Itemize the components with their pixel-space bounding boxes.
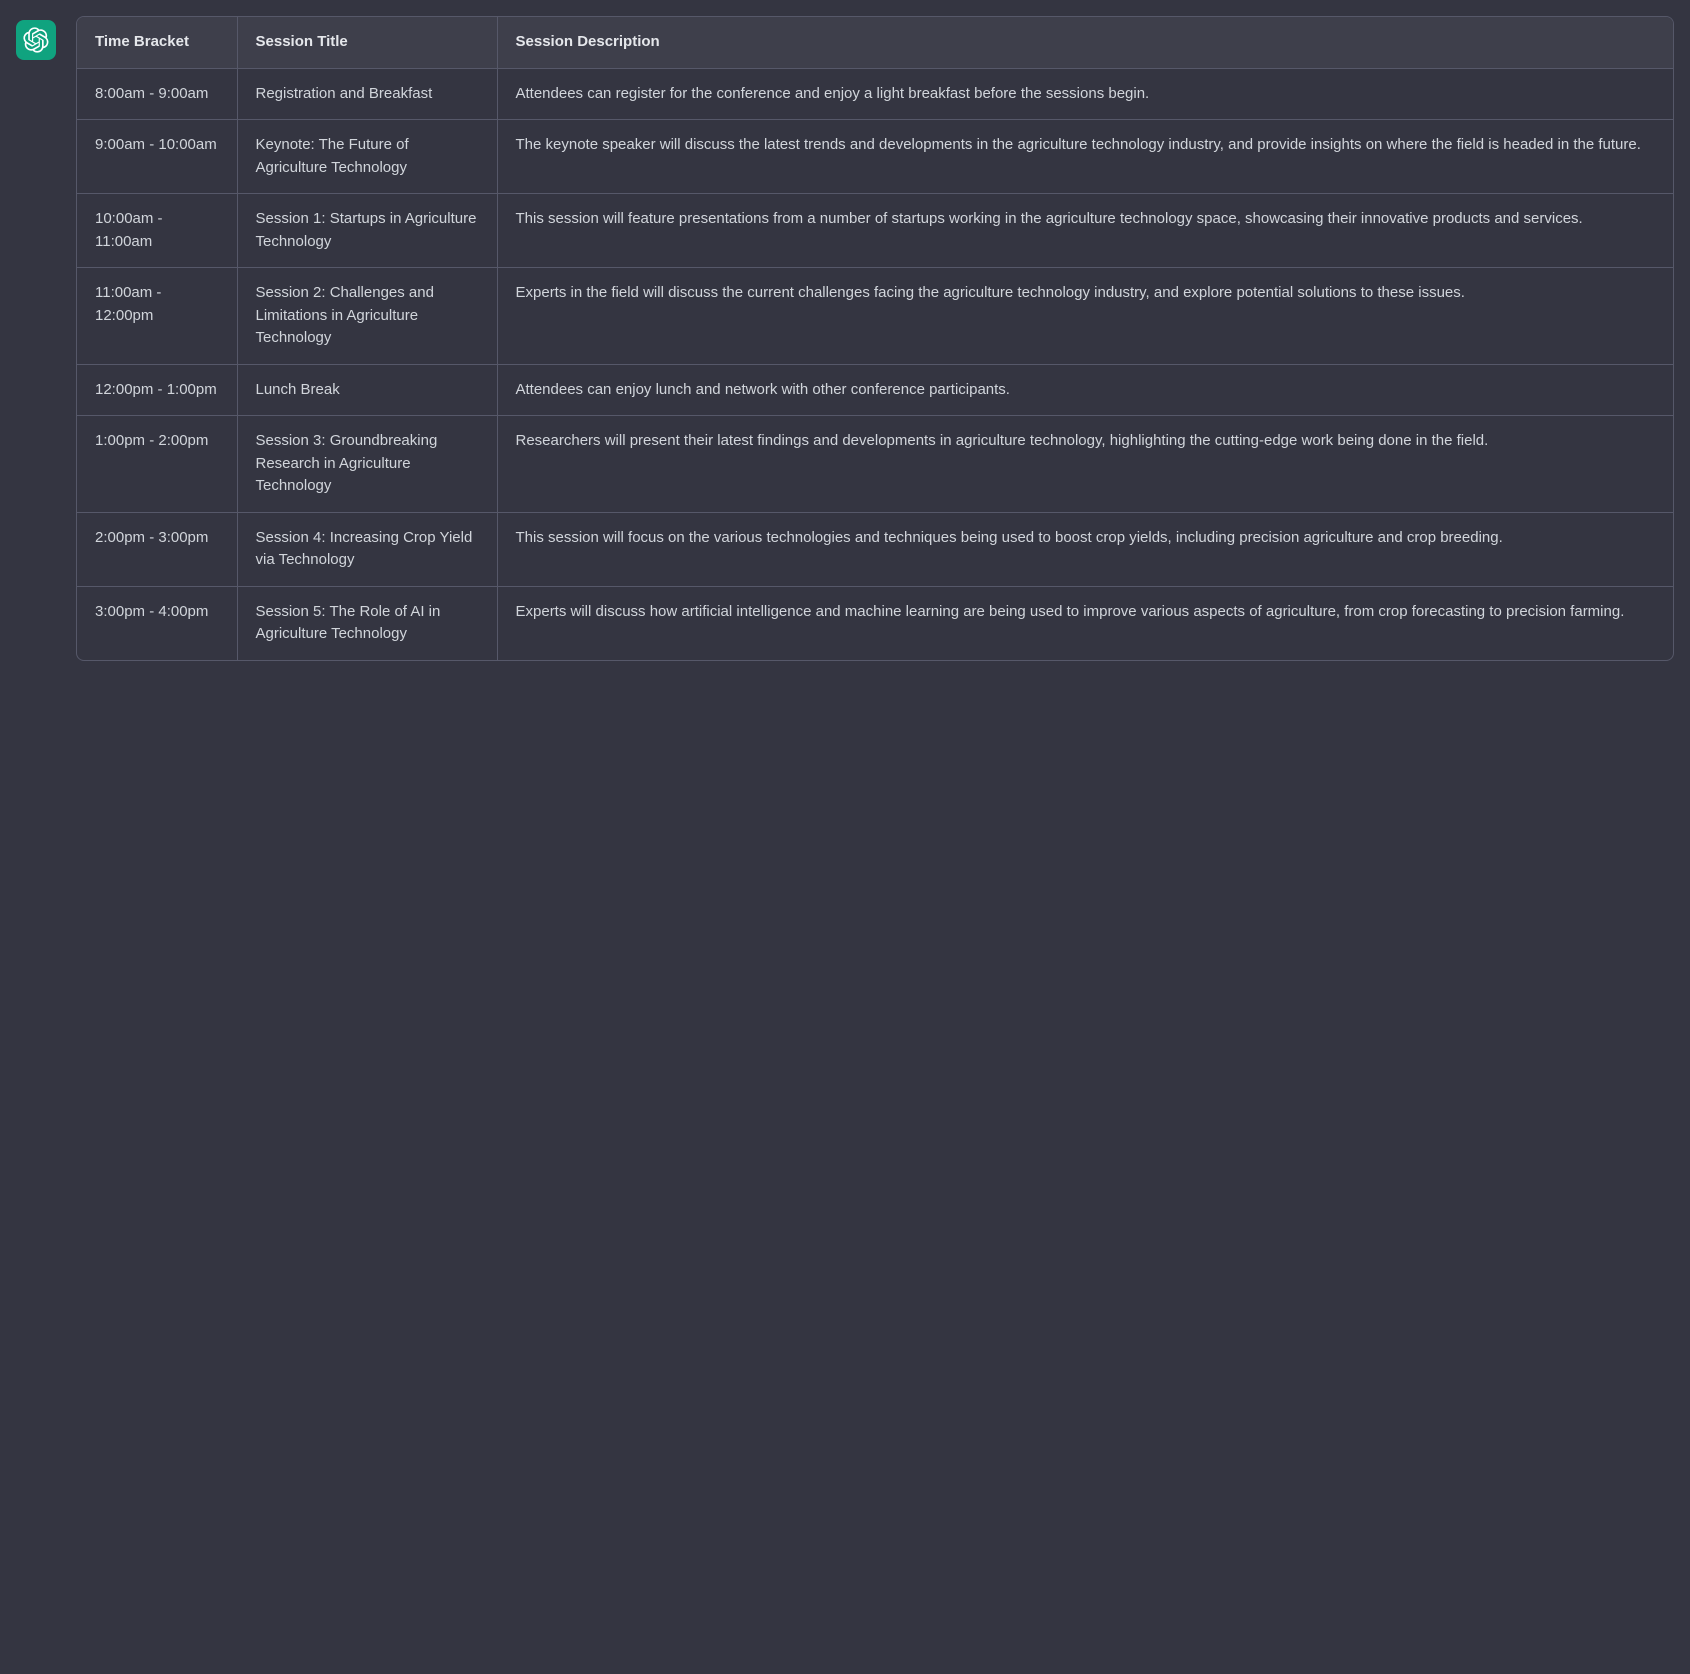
- cell-title-0: Registration and Breakfast: [237, 68, 497, 120]
- schedule-table-container: Time Bracket Session Title Session Descr…: [76, 16, 1674, 661]
- openai-svg-icon: [23, 27, 49, 53]
- cell-time-1: 9:00am - 10:00am: [77, 120, 237, 194]
- header-time-bracket: Time Bracket: [77, 17, 237, 68]
- cell-time-0: 8:00am - 9:00am: [77, 68, 237, 120]
- table-row: 9:00am - 10:00amKeynote: The Future of A…: [77, 120, 1673, 194]
- table-row: 3:00pm - 4:00pmSession 5: The Role of AI…: [77, 586, 1673, 660]
- cell-title-3: Session 2: Challenges and Limitations in…: [237, 268, 497, 365]
- cell-title-5: Session 3: Groundbreaking Research in Ag…: [237, 416, 497, 513]
- header-session-title: Session Title: [237, 17, 497, 68]
- cell-time-6: 2:00pm - 3:00pm: [77, 512, 237, 586]
- table-row: 10:00am - 11:00amSession 1: Startups in …: [77, 194, 1673, 268]
- cell-time-3: 11:00am - 12:00pm: [77, 268, 237, 365]
- cell-description-3: Experts in the field will discuss the cu…: [497, 268, 1673, 365]
- cell-time-4: 12:00pm - 1:00pm: [77, 364, 237, 416]
- table-header-row: Time Bracket Session Title Session Descr…: [77, 17, 1673, 68]
- table-row: 12:00pm - 1:00pmLunch BreakAttendees can…: [77, 364, 1673, 416]
- header-session-description: Session Description: [497, 17, 1673, 68]
- cell-title-1: Keynote: The Future of Agriculture Techn…: [237, 120, 497, 194]
- table-row: 8:00am - 9:00amRegistration and Breakfas…: [77, 68, 1673, 120]
- cell-description-0: Attendees can register for the conferenc…: [497, 68, 1673, 120]
- cell-title-4: Lunch Break: [237, 364, 497, 416]
- cell-time-5: 1:00pm - 2:00pm: [77, 416, 237, 513]
- cell-title-6: Session 4: Increasing Crop Yield via Tec…: [237, 512, 497, 586]
- cell-title-7: Session 5: The Role of AI in Agriculture…: [237, 586, 497, 660]
- cell-time-2: 10:00am - 11:00am: [77, 194, 237, 268]
- schedule-table: Time Bracket Session Title Session Descr…: [77, 17, 1673, 660]
- cell-description-7: Experts will discuss how artificial inte…: [497, 586, 1673, 660]
- cell-description-2: This session will feature presentations …: [497, 194, 1673, 268]
- cell-description-6: This session will focus on the various t…: [497, 512, 1673, 586]
- table-row: 11:00am - 12:00pmSession 2: Challenges a…: [77, 268, 1673, 365]
- cell-title-2: Session 1: Startups in Agriculture Techn…: [237, 194, 497, 268]
- cell-description-4: Attendees can enjoy lunch and network wi…: [497, 364, 1673, 416]
- table-row: 2:00pm - 3:00pmSession 4: Increasing Cro…: [77, 512, 1673, 586]
- cell-description-5: Researchers will present their latest fi…: [497, 416, 1673, 513]
- logo-area: [16, 20, 64, 60]
- table-row: 1:00pm - 2:00pmSession 3: Groundbreaking…: [77, 416, 1673, 513]
- cell-description-1: The keynote speaker will discuss the lat…: [497, 120, 1673, 194]
- cell-time-7: 3:00pm - 4:00pm: [77, 586, 237, 660]
- chatgpt-logo-icon: [16, 20, 56, 60]
